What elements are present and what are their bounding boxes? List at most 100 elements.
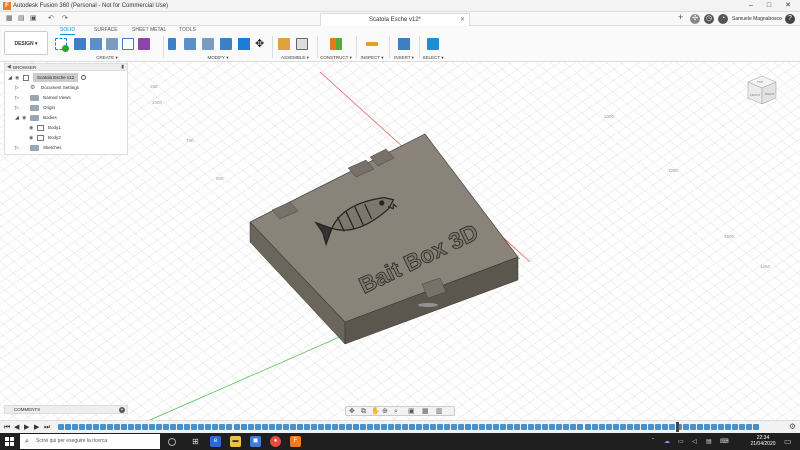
close-window-button[interactable]: ✕ bbox=[781, 1, 795, 11]
timeline-feature[interactable] bbox=[626, 424, 633, 430]
timeline-feature[interactable] bbox=[570, 424, 577, 430]
timeline-feature[interactable] bbox=[738, 424, 745, 430]
timeline-feature[interactable] bbox=[401, 424, 408, 430]
pattern-icon[interactable] bbox=[122, 38, 134, 50]
expand-arrow-icon[interactable]: ▷ bbox=[15, 84, 22, 93]
timeline-feature[interactable] bbox=[661, 424, 668, 430]
browser-item-document-settings[interactable]: ▷ ⚙ Document Settings bbox=[15, 83, 79, 92]
play-icon[interactable]: ▶ bbox=[24, 423, 29, 432]
timeline-feature[interactable] bbox=[254, 424, 261, 430]
viewports-icon[interactable]: ▥ bbox=[436, 408, 443, 416]
timeline-feature[interactable] bbox=[451, 424, 458, 430]
visibility-eye-icon[interactable]: ◉ bbox=[29, 134, 37, 143]
assemble-menu[interactable]: ASSEMBLE ▾ bbox=[275, 55, 315, 61]
timeline-feature[interactable] bbox=[682, 424, 689, 430]
taskbar-search-box[interactable]: ⌕ Scrivi qui per eseguire la ricerca bbox=[20, 434, 160, 449]
timeline-feature[interactable] bbox=[472, 424, 479, 430]
timeline-feature[interactable] bbox=[177, 424, 184, 430]
file-explorer-icon[interactable]: ▬ bbox=[230, 436, 241, 447]
timeline-feature[interactable] bbox=[226, 424, 233, 430]
timeline-feature[interactable] bbox=[598, 424, 605, 430]
timeline-feature[interactable] bbox=[458, 424, 465, 430]
timeline-feature[interactable] bbox=[240, 424, 247, 430]
timeline-feature[interactable] bbox=[289, 424, 296, 430]
inspect-menu[interactable]: INSPECT ▾ bbox=[357, 55, 387, 61]
edge-icon[interactable]: e bbox=[210, 436, 221, 447]
browser-item-named-views[interactable]: ▷ Named Views bbox=[15, 93, 71, 102]
timeline-settings-icon[interactable]: ⚙ bbox=[789, 422, 796, 432]
timeline-feature[interactable] bbox=[416, 424, 423, 430]
timeline-feature[interactable] bbox=[296, 424, 303, 430]
shell-icon[interactable] bbox=[220, 38, 232, 50]
timeline-feature[interactable] bbox=[528, 424, 535, 430]
expand-arrow-icon[interactable]: ▷ bbox=[15, 94, 22, 103]
action-center-icon[interactable]: ▭ bbox=[784, 438, 792, 446]
timeline-feature[interactable] bbox=[584, 424, 591, 430]
timeline-feature[interactable] bbox=[535, 424, 542, 430]
visibility-eye-icon[interactable]: ◉ bbox=[29, 124, 37, 133]
timeline-feature[interactable] bbox=[317, 424, 324, 430]
step-forward-icon[interactable]: ▶ bbox=[34, 423, 39, 432]
collapse-arrow-icon[interactable]: ◢ bbox=[15, 114, 22, 123]
browser-item-bodies[interactable]: ◢ ◉ Bodies bbox=[15, 113, 57, 122]
redo-icon[interactable]: ↷ bbox=[62, 15, 68, 23]
look-at-icon[interactable]: ⧉ bbox=[361, 408, 366, 416]
cortana-icon[interactable] bbox=[168, 438, 176, 446]
go-to-end-icon[interactable]: ⏭ bbox=[44, 423, 50, 432]
timeline-feature[interactable] bbox=[549, 424, 556, 430]
expand-arrow-icon[interactable]: ▷ bbox=[15, 144, 22, 153]
timeline-feature[interactable] bbox=[170, 424, 177, 430]
timeline-feature[interactable] bbox=[710, 424, 717, 430]
offset-plane-icon[interactable] bbox=[330, 38, 342, 50]
browser-item-origin[interactable]: ▷ ◌ Origin bbox=[15, 103, 55, 112]
zoom-icon[interactable]: ⊕ bbox=[382, 408, 388, 416]
timeline-feature[interactable] bbox=[640, 424, 647, 430]
revolve-icon[interactable] bbox=[106, 38, 118, 50]
expand-arrow-icon[interactable]: ▷ bbox=[15, 104, 22, 113]
timeline-feature[interactable] bbox=[696, 424, 703, 430]
pan-icon[interactable]: ✋ bbox=[371, 408, 380, 416]
timeline-feature[interactable] bbox=[619, 424, 626, 430]
visibility-eye-icon[interactable]: ◉ bbox=[22, 114, 30, 123]
browser-item-body2[interactable]: ◉ Body2 bbox=[29, 133, 61, 142]
timeline-feature[interactable] bbox=[142, 424, 149, 430]
browser-header[interactable]: ◀ BROWSER ▮ bbox=[5, 64, 127, 71]
comments-panel[interactable]: COMMENTS + bbox=[4, 405, 128, 414]
coil-icon[interactable] bbox=[138, 38, 150, 50]
timeline-feature[interactable] bbox=[703, 424, 710, 430]
timeline-feature[interactable] bbox=[212, 424, 219, 430]
language-icon[interactable]: ⌨ bbox=[720, 438, 729, 446]
timeline-feature[interactable] bbox=[373, 424, 380, 430]
help-icon[interactable]: ? bbox=[785, 14, 795, 24]
timeline-feature[interactable] bbox=[191, 424, 198, 430]
go-to-start-icon[interactable]: ⏮ bbox=[4, 423, 10, 432]
timeline-feature[interactable] bbox=[100, 424, 107, 430]
fillet-icon[interactable] bbox=[184, 38, 196, 50]
timeline-feature[interactable] bbox=[268, 424, 275, 430]
data-panel-icon[interactable]: ▦ bbox=[6, 15, 13, 23]
volume-icon[interactable]: ◁ bbox=[692, 438, 697, 446]
timeline-feature[interactable] bbox=[493, 424, 500, 430]
activate-radio-icon[interactable] bbox=[81, 75, 87, 81]
visibility-eye-icon[interactable]: ◌ bbox=[22, 104, 30, 113]
timeline-feature[interactable] bbox=[345, 424, 352, 430]
timeline-feature[interactable] bbox=[752, 424, 759, 430]
timeline-feature[interactable] bbox=[556, 424, 563, 430]
timeline-feature[interactable] bbox=[135, 424, 142, 430]
timeline-feature[interactable] bbox=[444, 424, 451, 430]
bait-box-model[interactable]: Bait Box 3D bbox=[249, 133, 519, 345]
timeline-feature[interactable] bbox=[731, 424, 738, 430]
timeline-feature[interactable] bbox=[521, 424, 528, 430]
orbit-icon[interactable]: ✥ bbox=[349, 408, 355, 416]
timeline-feature[interactable] bbox=[514, 424, 521, 430]
timeline-feature[interactable] bbox=[724, 424, 731, 430]
modify-menu[interactable]: MODIFY ▾ bbox=[166, 55, 270, 61]
timeline-feature[interactable] bbox=[563, 424, 570, 430]
tab-sheet-metal[interactable]: SHEET METAL bbox=[132, 27, 166, 35]
tab-surface[interactable]: SURFACE bbox=[94, 27, 118, 35]
timeline-feature[interactable] bbox=[331, 424, 338, 430]
insert-menu[interactable]: INSERT ▾ bbox=[390, 55, 418, 61]
timeline-feature[interactable] bbox=[605, 424, 612, 430]
create-menu[interactable]: CREATE ▾ bbox=[52, 55, 162, 61]
timeline-feature[interactable] bbox=[310, 424, 317, 430]
